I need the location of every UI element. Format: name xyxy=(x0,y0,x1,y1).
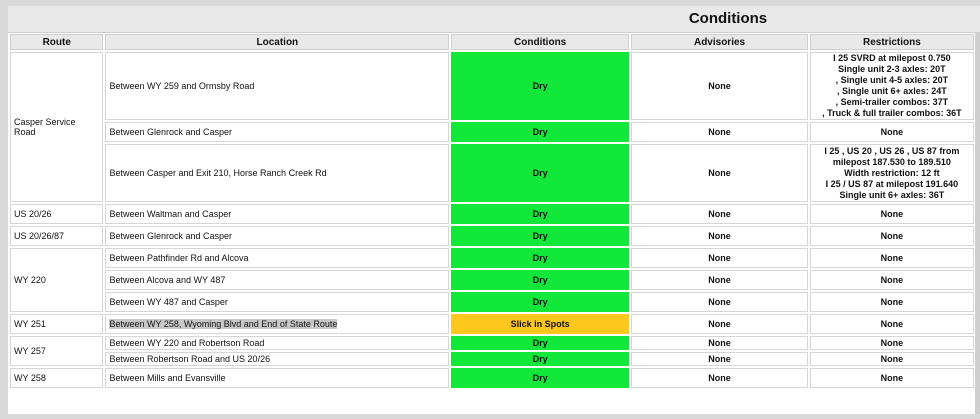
condition-cell: Dry xyxy=(451,248,630,268)
advisory-cell: None xyxy=(631,204,808,224)
conditions-table: Route Location Conditions Advisories Res… xyxy=(8,32,980,390)
advisory-cell: None xyxy=(631,270,808,290)
route-cell: US 20/26/87 xyxy=(10,226,104,246)
location-cell: Between Glenrock and Casper xyxy=(105,122,450,142)
route-cell: WY 257 xyxy=(10,336,104,366)
advisory-cell: None xyxy=(631,336,808,350)
advisory-cell: None xyxy=(631,122,808,142)
advisory-cell: None xyxy=(631,248,808,268)
column-header-route: Route xyxy=(10,34,104,50)
location-cell: Between Glenrock and Casper xyxy=(105,226,450,246)
location-cell: Between WY 258, Wyoming Blvd and End of … xyxy=(105,314,450,334)
restriction-line: I 25 , US 20 , US 26 , US 87 from xyxy=(824,145,960,156)
restriction-line: milepost 187.530 to 189.510 xyxy=(832,156,951,167)
table-row: WY 257 Between WY 220 and Robertson Road… xyxy=(10,336,980,366)
location-cell: Between Waltman and Casper xyxy=(105,204,450,224)
table-header-row: Route Location Conditions Advisories Res… xyxy=(10,34,980,50)
table-row: Between WY 487 and Casper Dry None None xyxy=(10,292,980,312)
table-row: WY 220 Between Pathfinder Rd and Alcova … xyxy=(10,248,980,312)
condition-cell: Dry xyxy=(451,270,630,290)
condition-cell: Dry xyxy=(451,144,630,202)
location-cell: Between WY 259 and Ormsby Road xyxy=(105,52,450,120)
condition-cell: Dry xyxy=(451,336,630,350)
page-scrollbar-edge[interactable] xyxy=(975,32,980,414)
advisory-cell: None xyxy=(631,368,808,388)
restriction-line: I 25 / US 87 at milepost 191.640 xyxy=(825,178,959,189)
column-header-advisories: Advisories xyxy=(631,34,808,50)
restriction-cell: None xyxy=(809,270,974,290)
restriction-line: , Single unit 4-5 axles: 20T xyxy=(835,75,949,85)
restriction-cell: None xyxy=(809,336,974,350)
condition-cell: Dry xyxy=(451,52,630,120)
restriction-cell: I 25 , US 20 , US 26 , US 87 from milepo… xyxy=(809,144,974,202)
table-row: WY 258 Between Mills and Evansville Dry … xyxy=(10,368,980,388)
location-cell: Between Alcova and WY 487 xyxy=(105,270,450,290)
advisory-cell: None xyxy=(631,352,808,366)
restriction-cell: None xyxy=(809,226,974,246)
restriction-line: Single unit 6+ axles: 36T xyxy=(839,189,945,200)
condition-cell: Dry xyxy=(451,204,630,224)
advisory-cell: None xyxy=(631,314,808,334)
table-row: Casper Service Road Between WY 259 and O… xyxy=(10,52,980,202)
restriction-line: , Truck & full trailer combos: 36T xyxy=(822,108,962,118)
conditions-title-bar: Conditions xyxy=(8,6,980,33)
table-row: US 20/26 Between Waltman and Casper Dry … xyxy=(10,204,980,224)
restriction-line: , Semi-trailer combos: 37T xyxy=(835,97,949,107)
condition-cell: Dry xyxy=(451,352,630,366)
restriction-cell: None xyxy=(809,368,974,388)
route-cell: WY 258 xyxy=(10,368,104,388)
selected-location-text: Between WY 258, Wyoming Blvd and End of … xyxy=(109,319,338,329)
restriction-cell: None xyxy=(809,352,974,366)
restriction-cell: None xyxy=(809,122,974,142)
location-cell: Between WY 220 and Robertson Road xyxy=(105,336,450,350)
condition-cell: Dry xyxy=(451,122,630,142)
advisory-cell: None xyxy=(631,52,808,120)
location-cell: Between Pathfinder Rd and Alcova xyxy=(105,248,450,268)
advisory-cell: None xyxy=(631,292,808,312)
column-header-conditions: Conditions xyxy=(451,34,630,50)
location-cell: Between Casper and Exit 210, Horse Ranch… xyxy=(105,144,450,202)
table-row: WY 251 Between WY 258, Wyoming Blvd and … xyxy=(10,314,980,334)
road-conditions-panel: Conditions Route Location Conditions Adv… xyxy=(8,6,980,414)
table-row: US 20/26/87 Between Glenrock and Casper … xyxy=(10,226,980,246)
restriction-cell: None xyxy=(809,314,974,334)
table-row: Between Alcova and WY 487 Dry None None xyxy=(10,270,980,290)
restriction-cell: None xyxy=(809,248,974,268)
column-header-location: Location xyxy=(105,34,450,50)
route-cell: US 20/26 xyxy=(10,204,104,224)
table-row: Between Glenrock and Casper Dry None Non… xyxy=(10,122,980,142)
restriction-line: Width restriction: 12 ft xyxy=(844,167,940,178)
location-cell: Between WY 487 and Casper xyxy=(105,292,450,312)
restriction-cell: None xyxy=(809,292,974,312)
route-cell: WY 251 xyxy=(10,314,104,334)
advisory-cell: None xyxy=(631,144,808,202)
condition-cell: Dry xyxy=(451,292,630,312)
table-row: Between Casper and Exit 210, Horse Ranch… xyxy=(10,144,980,202)
condition-cell: Dry xyxy=(451,368,630,388)
advisory-cell: None xyxy=(631,226,808,246)
condition-cell: Slick in Spots xyxy=(451,314,630,334)
route-cell: WY 220 xyxy=(10,248,104,312)
restriction-line: I 25 SVRD at milepost 0.750 xyxy=(833,53,951,63)
location-cell: Between Robertson Road and US 20/26 xyxy=(105,352,450,366)
restriction-line: Single unit 2-3 axles: 20T xyxy=(838,64,946,74)
condition-cell: Dry xyxy=(451,226,630,246)
table-row: Between Robertson Road and US 20/26 Dry … xyxy=(10,352,980,366)
location-cell: Between Mills and Evansville xyxy=(105,368,450,388)
column-header-restrictions: Restrictions xyxy=(809,34,974,50)
section-title: Conditions xyxy=(688,10,768,27)
restriction-cell: None xyxy=(809,204,974,224)
route-cell: Casper Service Road xyxy=(10,52,104,202)
restriction-cell: I 25 SVRD at milepost 0.750 Single unit … xyxy=(809,52,974,120)
restriction-line: , Single unit 6+ axles: 24T xyxy=(837,86,947,96)
